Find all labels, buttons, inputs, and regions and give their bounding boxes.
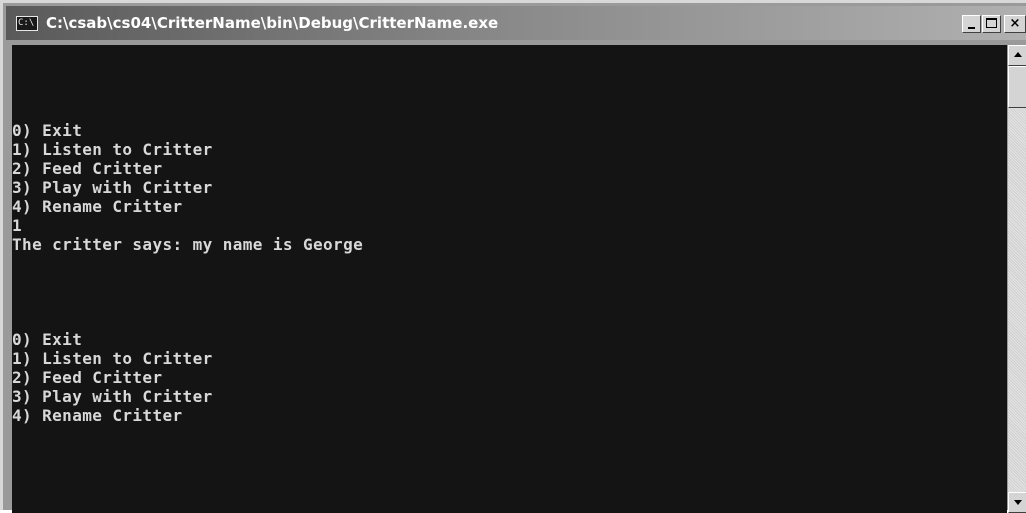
vertical-scrollbar[interactable] — [1008, 45, 1026, 513]
console-line: The critter says: my name is George — [12, 235, 364, 254]
app-icon-glyph: C:\ — [18, 18, 35, 28]
maximize-icon — [986, 18, 997, 28]
console-line: 2) Feed Critter — [12, 368, 163, 387]
close-button[interactable]: × — [1004, 15, 1026, 33]
close-icon: × — [1009, 16, 1021, 31]
console-window: C:\ C:\csab\cs04\CritterName\bin\Debug\C… — [0, 0, 1026, 513]
minimize-button[interactable] — [962, 15, 981, 33]
arrow-up-icon — [1014, 52, 1022, 57]
console-line: 2) Feed Critter — [12, 159, 163, 178]
scroll-up-button[interactable] — [1008, 45, 1026, 66]
console-line: 3) Play with Critter — [12, 387, 213, 406]
console-line: 0) Exit — [12, 121, 83, 140]
arrow-down-icon — [1014, 500, 1022, 505]
console-line: 4) Rename Critter — [12, 406, 183, 425]
console-line: 4) Rename Critter — [12, 197, 183, 216]
console-line: 1 — [12, 216, 23, 235]
scroll-thumb[interactable] — [1008, 66, 1026, 108]
console-line: 3) Play with Critter — [12, 178, 213, 197]
title-bar[interactable]: C:\ C:\csab\cs04\CritterName\bin\Debug\C… — [6, 6, 1026, 40]
console-line: 1) Listen to Critter — [12, 140, 213, 159]
minimize-icon — [968, 27, 975, 29]
console-output[interactable]: 0) Exit 1) Listen to Critter 2) Feed Critt… — [12, 45, 1007, 513]
console-line: 1) Listen to Critter — [12, 349, 213, 368]
console-app-icon[interactable]: C:\ — [16, 16, 38, 31]
window-title: C:\csab\cs04\CritterName\bin\Debug\Critt… — [46, 14, 499, 32]
maximize-button[interactable] — [982, 15, 1001, 33]
console-line: 0) Exit — [12, 330, 83, 349]
